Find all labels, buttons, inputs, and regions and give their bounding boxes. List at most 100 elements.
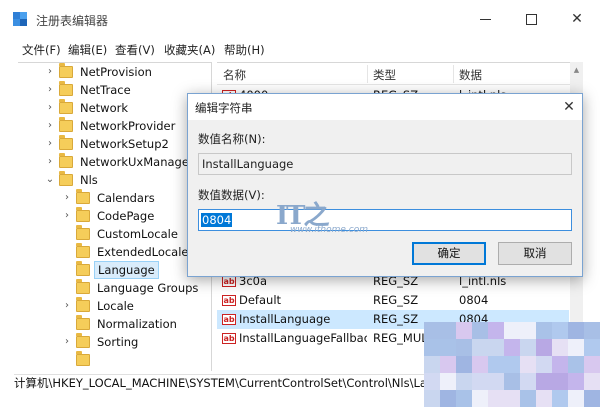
column-type-header[interactable]: 类型 [373, 67, 396, 83]
value-name: InstallLanguageFallback [239, 331, 367, 345]
mosaic-tile [472, 356, 488, 373]
list-header: 名称 类型 数据 [217, 63, 583, 85]
mosaic-tile [552, 356, 568, 373]
string-value-icon: ab [222, 314, 236, 325]
mosaic-tile [568, 356, 584, 373]
chevron-right-icon[interactable]: › [44, 99, 56, 117]
menu-help[interactable]: 帮助(H) [224, 42, 265, 58]
mosaic-tile [488, 390, 504, 407]
tree-item-label: Network [80, 101, 129, 115]
mosaic-tile [472, 339, 488, 356]
dialog-title-bar[interactable]: 编辑字符串 ✕ [188, 94, 582, 120]
mosaic-tile [440, 356, 456, 373]
string-value-icon: ab [222, 276, 236, 287]
chevron-right-icon[interactable]: › [44, 81, 56, 99]
value-name: Default [239, 293, 282, 307]
tree-item-label: ExtendedLocale [97, 245, 189, 259]
folder-icon [76, 351, 90, 366]
chevron-right-icon[interactable]: › [44, 153, 56, 171]
dialog-close-button[interactable]: ✕ [556, 94, 582, 120]
tree-item-label: CodePage [97, 209, 155, 223]
mosaic-tile [536, 322, 552, 339]
mosaic-tile [440, 390, 456, 407]
tree-item-label: Nls [80, 173, 98, 187]
chevron-right-icon[interactable]: › [44, 117, 56, 135]
cancel-button[interactable]: 取消 [498, 242, 572, 265]
mosaic-tile [424, 390, 440, 407]
ithome-watermark: IT之 www.ithome.com [276, 195, 368, 239]
tree-item-label: Language Groups [97, 281, 199, 295]
edit-string-dialog: 编辑字符串 ✕ 数值名称(N): InstallLanguage 数值数据(V)… [187, 93, 583, 277]
mosaic-tile [568, 390, 584, 407]
mosaic-tile [568, 322, 584, 339]
mosaic-tile [584, 322, 600, 339]
mosaic-tile [520, 356, 536, 373]
mosaic-tile [440, 339, 456, 356]
mosaic-tile [584, 373, 600, 390]
mosaic-tile [536, 356, 552, 373]
chevron-right-icon[interactable]: › [44, 63, 56, 81]
mosaic-tile [568, 339, 584, 356]
chevron-right-icon[interactable]: › [61, 297, 73, 315]
chevron-right-icon[interactable]: › [61, 189, 73, 207]
title-bar: 注册表编辑器 ✕ [0, 0, 600, 38]
mosaic-tile [504, 373, 520, 390]
menu-favorites[interactable]: 收藏夹(A) [164, 42, 215, 58]
list-row[interactable]: ab Default REG_SZ 0804 [217, 291, 569, 310]
watermark-url: www.ithome.com [290, 225, 368, 235]
value-data-label: 数值数据(V): [198, 188, 265, 202]
mosaic-tile [552, 339, 568, 356]
mosaic-tile [536, 339, 552, 356]
folder-icon [59, 171, 73, 186]
folder-icon [59, 63, 73, 78]
tree-item-label: NetworkSetup2 [80, 137, 169, 151]
chevron-right-icon[interactable]: › [44, 135, 56, 153]
folder-icon [76, 279, 90, 294]
column-divider[interactable] [367, 65, 368, 83]
maximize-button[interactable] [508, 0, 554, 38]
column-data-header[interactable]: 数据 [459, 67, 482, 83]
mosaic-tile [536, 373, 552, 390]
menu-edit[interactable]: 编辑(E) [68, 42, 107, 58]
ok-button[interactable]: 确定 [412, 242, 486, 265]
folder-icon [76, 225, 90, 240]
mosaic-tile [488, 322, 504, 339]
mosaic-tile [424, 356, 440, 373]
mosaic-tile [456, 322, 472, 339]
chevron-right-icon[interactable]: › [61, 207, 73, 225]
value-data-input[interactable]: 0804 [198, 209, 572, 231]
registry-tree[interactable]: › NetProvision › NetTrace › Network › Ne… [18, 62, 212, 371]
mosaic-tile [552, 373, 568, 390]
column-name-header[interactable]: 名称 [223, 67, 246, 83]
mosaic-tile [472, 390, 488, 407]
window-title: 注册表编辑器 [36, 14, 109, 28]
pixelated-mosaic-area [424, 322, 600, 407]
minimize-button[interactable] [462, 0, 508, 38]
mosaic-tile [520, 322, 536, 339]
folder-icon [76, 297, 90, 312]
mosaic-tile [552, 322, 568, 339]
mosaic-tile [456, 356, 472, 373]
menu-file[interactable]: 文件(F) [22, 42, 61, 58]
mosaic-tile [504, 322, 520, 339]
tree-item-label: NetworkUxManager [80, 155, 194, 169]
value-name: InstallLanguage [239, 312, 331, 326]
mosaic-tile [504, 356, 520, 373]
mosaic-tile [488, 356, 504, 373]
maximize-icon [525, 13, 537, 25]
folder-icon [76, 207, 90, 222]
close-button[interactable]: ✕ [554, 0, 600, 38]
mosaic-tile [456, 373, 472, 390]
scroll-up-arrow-icon[interactable]: ▲ [570, 64, 583, 77]
chevron-right-icon[interactable]: › [61, 333, 73, 351]
chevron-down-icon[interactable]: ⌄ [44, 171, 56, 189]
menu-view[interactable]: 查看(V) [115, 42, 155, 58]
mosaic-tile [488, 339, 504, 356]
mosaic-tile [472, 322, 488, 339]
tree-item-label: NetworkProvider [80, 119, 176, 133]
mosaic-tile [552, 390, 568, 407]
value-name-field: InstallLanguage [198, 153, 572, 175]
tree-item-label: Calendars [97, 191, 155, 205]
dialog-body: 数值名称(N): InstallLanguage 数值数据(V): 0804 确… [188, 120, 582, 276]
column-divider[interactable] [453, 65, 454, 83]
